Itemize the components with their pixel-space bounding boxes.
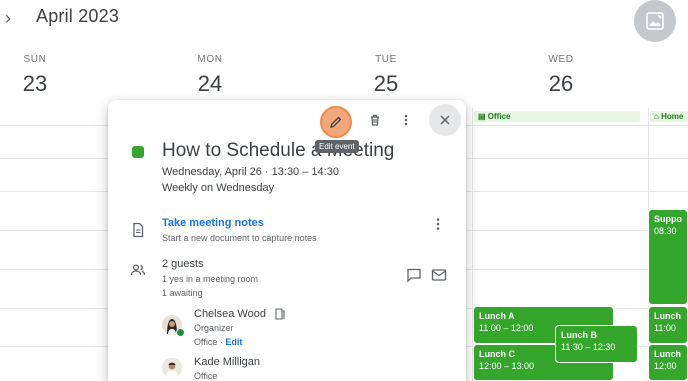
meeting-room-icon: [275, 308, 285, 320]
day-number: 25: [373, 71, 399, 96]
all-day-event-home[interactable]: ⌂ Home: [650, 111, 688, 122]
delete-event-button[interactable]: [360, 105, 390, 135]
event-title: Suppo: [654, 214, 682, 224]
avatar: [162, 358, 182, 378]
guest-name: Chelsea Wood: [194, 308, 266, 320]
all-day-label: Home: [661, 112, 684, 121]
event-title: Lunch: [654, 349, 681, 359]
event-time: 12:00: [654, 361, 677, 371]
month-title: April 2023: [36, 6, 120, 26]
event-time: 11:30 – 12:30: [561, 342, 616, 352]
guest-name: Kade Milligan: [194, 356, 261, 368]
take-meeting-notes-link[interactable]: Take meeting notes: [162, 217, 264, 229]
building-icon: ▤: [478, 112, 488, 121]
close-popup-button[interactable]: [429, 104, 461, 136]
chat-icon[interactable]: [406, 267, 422, 283]
edit-location-link[interactable]: Edit: [225, 337, 242, 347]
guests-status-awaiting: 1 awaiting: [162, 288, 203, 298]
kebab-menu-icon: [404, 114, 408, 126]
person-avatar-icon: [162, 358, 182, 378]
guests-count: 2 guests: [162, 258, 204, 270]
calendar-header: › April 2023: [0, 0, 688, 42]
day-header-sun[interactable]: SUN 23: [0, 54, 75, 97]
event-lunch-b[interactable]: Lunch B 11:30 – 12:30: [555, 325, 638, 363]
day-number: 23: [22, 71, 48, 96]
guest-location: Office: [194, 371, 218, 381]
event-lunch-thu-1[interactable]: Lunch 11:00: [648, 306, 688, 344]
all-day-event-office[interactable]: ▤ Office: [474, 111, 640, 122]
day-of-week: MON: [197, 54, 223, 65]
image-button[interactable]: [634, 0, 676, 42]
edit-event-tooltip: Edit event: [315, 140, 359, 153]
chevron-right-icon[interactable]: ›: [0, 8, 16, 28]
event-color-swatch: [132, 146, 144, 158]
event-title: Lunch: [654, 311, 681, 321]
day-of-week: SUN: [23, 54, 47, 65]
event-details-popup: How to Schedule a Meeting Edit event Wed…: [108, 100, 466, 381]
day-number: 26: [548, 71, 574, 96]
day-of-week: WED: [548, 54, 574, 65]
day-header-wed[interactable]: WED 26: [521, 54, 601, 97]
day-header-mon[interactable]: MON 24: [170, 54, 250, 97]
notes-more-icon[interactable]: [430, 216, 446, 232]
guests-status-yes: 1 yes in a meeting room: [162, 274, 259, 284]
event-lunch-thu-2[interactable]: Lunch 12:00: [648, 344, 688, 381]
event-date-time: Wednesday, April 26 · 13:30 – 14:30: [162, 166, 339, 178]
people-icon: [130, 264, 146, 276]
more-options-button[interactable]: [391, 105, 421, 135]
guest-location-text: Office: [194, 337, 218, 347]
mail-icon[interactable]: [431, 267, 447, 283]
trash-icon: [371, 114, 379, 126]
event-title: How to Schedule a Meeting: [162, 140, 395, 161]
image-edit-icon: [646, 12, 664, 30]
event-title: Lunch A: [479, 311, 515, 321]
home-icon: ⌂: [654, 112, 662, 121]
meeting-notes-description: Start a new document to capture notes: [162, 233, 317, 243]
day-header-tue[interactable]: TUE 25: [346, 54, 426, 97]
guest-location: Office · Edit: [194, 337, 243, 347]
event-time: 11:00: [654, 323, 676, 333]
pencil-icon: [330, 116, 342, 128]
edit-event-button[interactable]: [320, 106, 352, 138]
all-day-label: Office: [487, 112, 511, 121]
close-icon: [440, 115, 450, 125]
event-title: Lunch B: [561, 330, 597, 340]
event-time: 08:30: [654, 226, 677, 236]
accepted-check-icon: [176, 328, 185, 337]
event-support[interactable]: Suppo 08:30: [648, 209, 688, 305]
guest-role: Organizer: [194, 323, 234, 333]
document-icon: [133, 222, 144, 238]
day-of-week: TUE: [375, 54, 397, 65]
event-recurrence: Weekly on Wednesday: [162, 182, 275, 194]
day-number: 24: [197, 71, 223, 96]
